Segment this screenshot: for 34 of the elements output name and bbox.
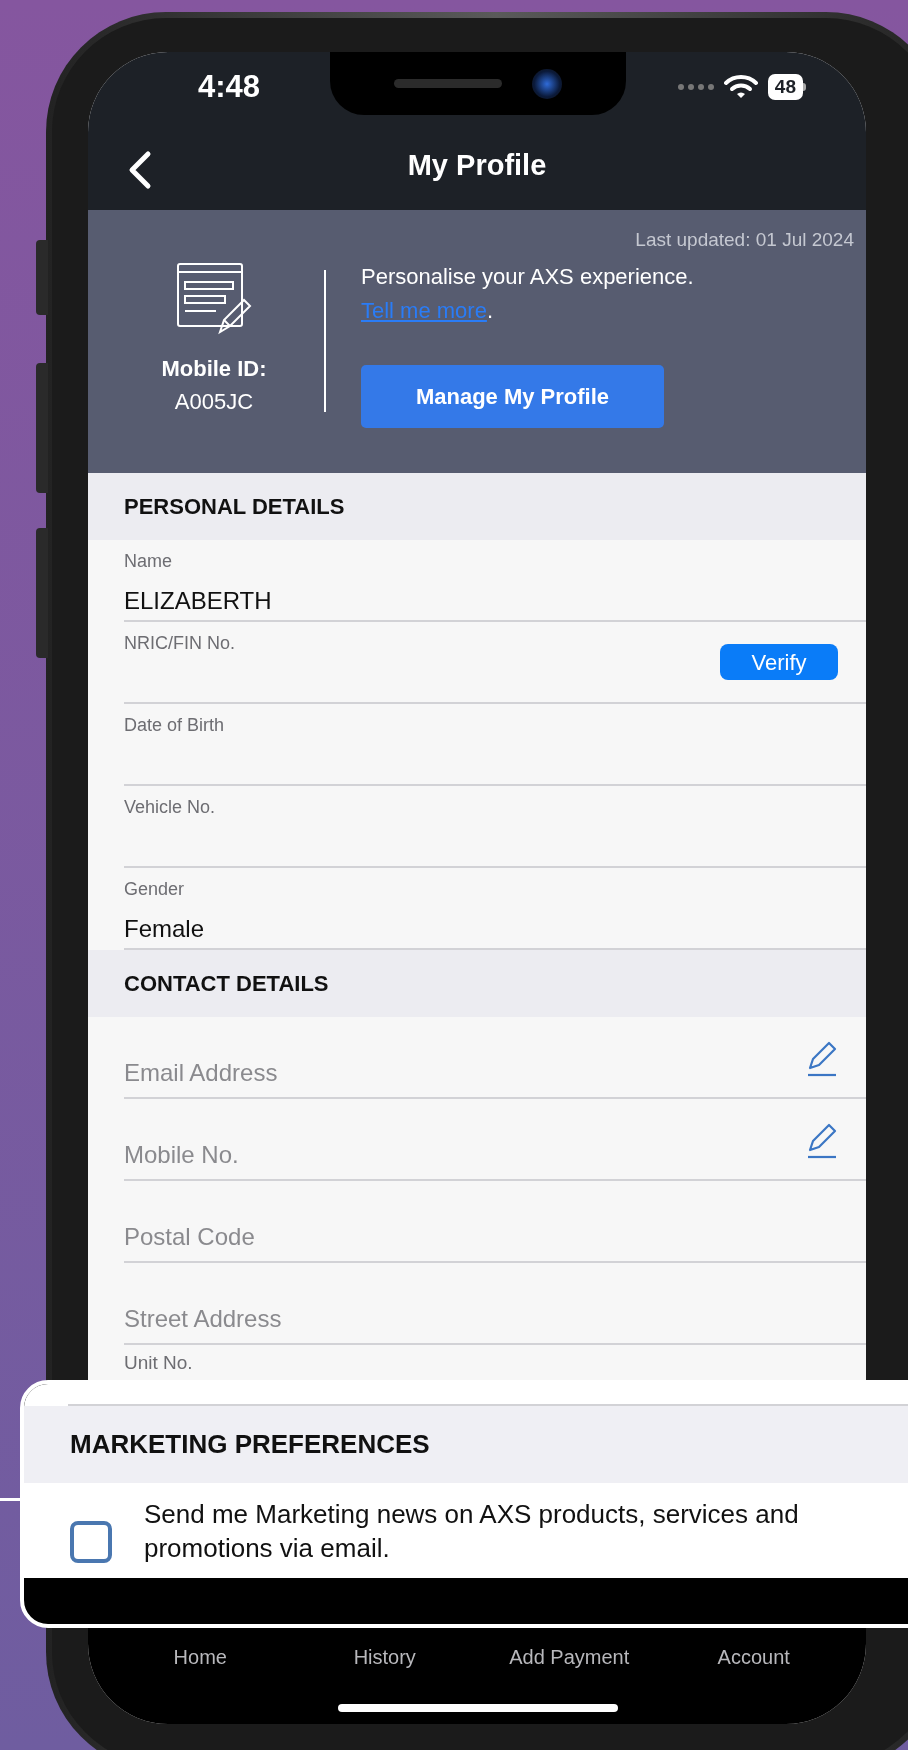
mobile-id-label: Mobile ID: <box>161 355 267 383</box>
field-label: Gender <box>124 878 186 901</box>
manage-profile-button[interactable]: Manage My Profile <box>361 365 664 428</box>
section-header: MARKETING PREFERENCES <box>24 1406 908 1483</box>
last-updated-text: Last updated: 01 Jul 2024 <box>635 228 854 252</box>
section-header: PERSONAL DETAILS <box>88 473 866 540</box>
input-field[interactable]: Postal Code <box>124 1219 684 1255</box>
pencil-icon[interactable] <box>806 1123 838 1159</box>
wifi-icon <box>723 74 758 100</box>
input-field[interactable]: Street Address <box>124 1301 684 1337</box>
screen-title: My Profile <box>407 148 547 184</box>
pencil-icon[interactable] <box>806 1041 838 1077</box>
signal-dots-icon <box>677 84 714 90</box>
promo-text: Personalise your AXS experience. Tell me more. <box>361 263 694 325</box>
tab-item[interactable]: History <box>292 1642 477 1670</box>
tab-item[interactable]: Home <box>108 1642 293 1670</box>
verify-button[interactable]: Verify <box>720 644 838 680</box>
field-label: Name <box>124 550 173 573</box>
field-label: Date of Birth <box>124 714 226 737</box>
field-label: NRIC/FIN No. <box>124 632 236 655</box>
checkbox[interactable] <box>70 1521 112 1563</box>
mobile-id-value: A005JC <box>174 388 254 416</box>
section-header: CONTACT DETAILS <box>88 950 866 1017</box>
input-field[interactable]: Mobile No. <box>124 1137 684 1173</box>
field-label: Vehicle No. <box>124 796 217 819</box>
tab-item[interactable]: Add Payment <box>477 1642 662 1670</box>
field-value: ELIZABERTH <box>124 586 273 616</box>
input-field[interactable]: Email Address <box>124 1055 684 1091</box>
battery-icon: 48 <box>767 74 806 100</box>
field-label: Unit No. <box>124 1352 193 1373</box>
checkbox-label: Send me Marketing news on AXS products, services and promotions via email. <box>144 1498 800 1565</box>
field-value: Female <box>124 914 206 944</box>
tab-item[interactable]: Account <box>661 1642 846 1670</box>
status-time: 4:48 <box>198 67 261 106</box>
